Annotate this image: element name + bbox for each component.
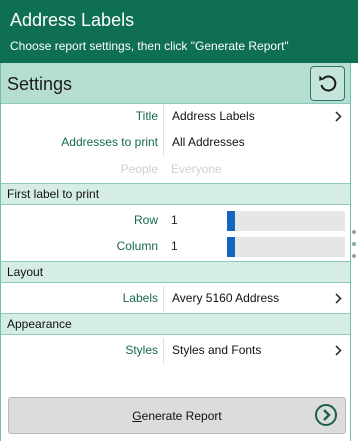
title-value: Address Labels (172, 109, 255, 123)
column-slider-thumb[interactable] (227, 237, 235, 257)
chevron-right-icon (335, 111, 342, 122)
people-value-box: Everyone (163, 157, 350, 183)
addresses-value: All Addresses (172, 135, 245, 149)
row-number-row: Row 1 (1, 208, 350, 234)
chevron-right-icon (335, 293, 342, 304)
chevron-right-icon (335, 345, 342, 356)
labels-value: Avery 5160 Address (172, 291, 280, 305)
column-slider[interactable] (227, 237, 345, 257)
styles-row[interactable]: Styles Styles and Fonts (1, 338, 350, 364)
column-label: Column (116, 239, 158, 253)
appearance-section-title: Appearance (7, 317, 72, 331)
column-number-row: Column 1 (1, 234, 350, 260)
labels-row[interactable]: Labels Avery 5160 Address (1, 286, 350, 312)
addresses-row[interactable]: Addresses to print All Addresses (1, 130, 350, 156)
generate-label-rest: enerate Report (141, 409, 222, 423)
address-labels-window: Address Labels Choose report settings, t… (0, 0, 358, 441)
row-label: Row (133, 213, 158, 227)
people-value: Everyone (171, 162, 222, 176)
settings-bar: Settings (1, 63, 350, 104)
row-slider[interactable] (227, 211, 345, 231)
reset-button[interactable] (310, 66, 345, 101)
header-subtitle: Choose report settings, then click "Gene… (10, 39, 289, 53)
styles-label: Styles (125, 343, 158, 357)
people-row: People Everyone (1, 157, 350, 183)
row-slider-thumb[interactable] (227, 211, 235, 231)
first-label-section: First label to print (1, 183, 350, 205)
people-label: People (120, 162, 158, 176)
header-title: Address Labels (10, 10, 135, 30)
footer: Generate Report (1, 395, 350, 441)
layout-section: Layout (1, 261, 350, 283)
addresses-label: Addresses to print (61, 135, 158, 149)
styles-value-box[interactable]: Styles and Fonts (163, 338, 350, 364)
resize-grip[interactable] (352, 230, 356, 262)
styles-value: Styles and Fonts (172, 343, 262, 357)
title-row[interactable]: Title Address Labels (1, 104, 350, 130)
row-value: 1 (171, 213, 178, 227)
first-label-section-title: First label to print (7, 187, 100, 201)
labels-value-box[interactable]: Avery 5160 Address (163, 286, 350, 312)
settings-title: Settings (7, 74, 73, 94)
layout-section-title: Layout (7, 265, 44, 279)
arrow-circle-right-icon (315, 404, 337, 426)
labels-label: Labels (122, 291, 158, 305)
column-input[interactable]: 1 (163, 234, 350, 260)
header: Address Labels Choose report settings, t… (0, 0, 358, 63)
reset-icon (319, 75, 337, 92)
title-value-box[interactable]: Address Labels (163, 104, 350, 130)
column-value: 1 (171, 239, 178, 253)
appearance-section: Appearance (1, 313, 350, 335)
generate-report-label: Generate Report (9, 409, 345, 424)
row-input[interactable]: 1 (163, 208, 350, 234)
generate-accelerator: G (132, 409, 142, 423)
settings-panel: Settings Title Address Labels Addresses … (0, 63, 351, 441)
generate-report-button[interactable]: Generate Report (8, 397, 346, 434)
addresses-select[interactable]: All Addresses (163, 130, 350, 156)
title-label: Title (135, 109, 158, 123)
